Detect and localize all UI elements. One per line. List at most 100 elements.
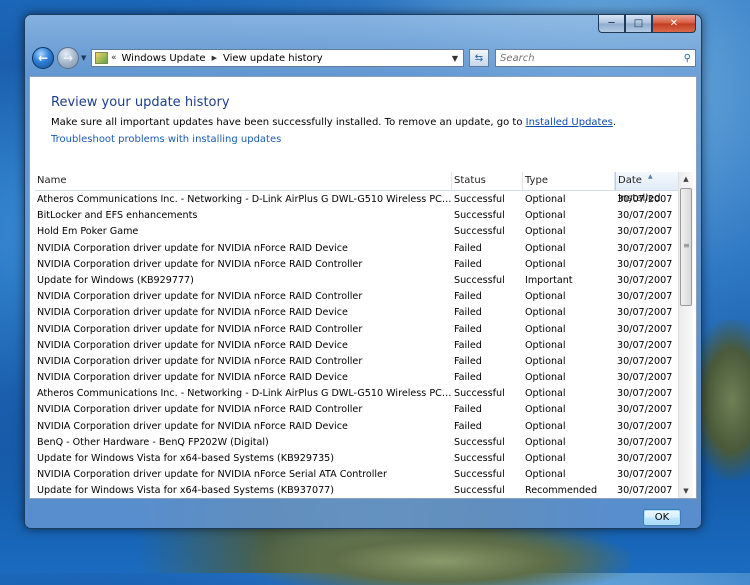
table-row[interactable]: Atheros Communications Inc. - Networking…: [35, 386, 685, 402]
dialog-footer: OK: [29, 499, 697, 526]
table-row[interactable]: Atheros Communications Inc. - Networking…: [35, 192, 685, 208]
cell-type: Optional: [525, 291, 566, 303]
cell-status: Successful: [454, 388, 505, 400]
cell-type: Optional: [525, 258, 566, 270]
cell-date: 30/07/2007: [617, 194, 673, 205]
navigation-bar: ← → ▼ « Windows Update ▶ View update his…: [29, 46, 697, 72]
cell-status: Successful: [454, 226, 505, 238]
ok-button[interactable]: OK: [643, 509, 681, 526]
cell-type: Optional: [525, 307, 566, 319]
cell-status: Successful: [454, 436, 505, 448]
cell-name: NVIDIA Corporation driver update for NVI…: [37, 258, 363, 270]
cell-type: Optional: [525, 404, 566, 416]
cell-type: Optional: [525, 355, 566, 367]
table-row[interactable]: NVIDIA Corporation driver update for NVI…: [35, 467, 685, 483]
table-row[interactable]: Update for Windows Vista for x64-based S…: [35, 451, 685, 467]
search-input[interactable]: [500, 52, 670, 64]
breadcrumb-separator-icon[interactable]: ▶: [212, 54, 217, 62]
cell-name: NVIDIA Corporation driver update for NVI…: [37, 307, 348, 319]
cell-date: 30/07/2007: [617, 436, 673, 448]
column-header-name[interactable]: Name: [35, 172, 452, 190]
cell-type: Optional: [525, 323, 566, 335]
cell-type: Optional: [525, 388, 566, 400]
table-row[interactable]: NVIDIA Corporation driver update for NVI…: [35, 241, 685, 257]
cell-type: Optional: [525, 420, 566, 432]
table-body: Atheros Communications Inc. - Networking…: [35, 192, 685, 498]
table-row[interactable]: BitLocker and EFS enhancements Successful…: [35, 208, 685, 224]
forward-button[interactable]: →: [57, 47, 79, 69]
table-row[interactable]: NVIDIA Corporation driver update for NVI…: [35, 322, 685, 338]
table-row[interactable]: NVIDIA Corporation driver update for NVI…: [35, 354, 685, 370]
cell-name: Update for Windows (KB929777): [37, 274, 194, 286]
vertical-scrollbar[interactable]: ▲ ≡ ▼: [678, 172, 693, 498]
breadcrumb-overflow-icon[interactable]: «: [111, 53, 117, 63]
caption-buttons: ─ □ ✕: [598, 15, 696, 33]
close-icon: ✕: [669, 18, 679, 29]
cell-date: 30/07/2007: [617, 355, 673, 367]
table-row[interactable]: NVIDIA Corporation driver update for NVI…: [35, 370, 685, 386]
cell-type: Optional: [525, 436, 566, 448]
page-title: Review your update history: [51, 95, 230, 110]
column-header-type[interactable]: Type: [523, 172, 615, 190]
cell-type: Optional: [525, 210, 566, 222]
breadcrumb-view-update-history[interactable]: View update history: [223, 53, 323, 64]
cell-type: Optional: [525, 372, 566, 384]
table-row[interactable]: NVIDIA Corporation driver update for NVI…: [35, 419, 685, 435]
wallpaper-turtle-bottom: [250, 525, 630, 585]
column-header-status[interactable]: Status: [452, 172, 523, 190]
page-description: Make sure all important updates have bee…: [51, 117, 616, 128]
cell-date: 30/07/2007: [617, 258, 673, 270]
cell-date: 30/07/2007: [617, 274, 673, 286]
cell-type: Optional: [525, 194, 566, 205]
table-row[interactable]: NVIDIA Corporation driver update for NVI…: [35, 338, 685, 354]
refresh-icon: ⇆: [474, 52, 484, 64]
cell-name: NVIDIA Corporation driver update for NVI…: [37, 372, 348, 384]
installed-updates-link[interactable]: Installed Updates: [526, 117, 613, 128]
cell-type: Recommended: [525, 485, 598, 497]
cell-date: 30/07/2007: [617, 242, 673, 254]
cell-type: Optional: [525, 339, 566, 351]
column-header-date-installed[interactable]: ▲ Date Installed: [615, 172, 685, 204]
cell-date: 30/07/2007: [617, 372, 673, 384]
cell-status: Successful: [454, 485, 505, 497]
update-history-window: ─ □ ✕ ← → ▼ « Windows Update ▶ View upda…: [24, 14, 702, 529]
table-row[interactable]: NVIDIA Corporation driver update for NVI…: [35, 257, 685, 273]
table-row[interactable]: BenQ - Other Hardware - BenQ FP202W (Dig…: [35, 435, 685, 451]
maximize-button[interactable]: □: [625, 15, 652, 33]
recent-pages-dropdown[interactable]: ▼: [81, 54, 86, 62]
table-row[interactable]: Update for Windows (KB929777) Successful I…: [35, 273, 685, 289]
scroll-down-icon[interactable]: ▼: [679, 484, 693, 498]
cell-name: NVIDIA Corporation driver update for NVI…: [37, 291, 363, 303]
breadcrumb-windows-update[interactable]: Windows Update: [122, 53, 206, 64]
cell-status: Failed: [454, 323, 482, 335]
cell-date: 30/07/2007: [617, 453, 673, 464]
minimize-button[interactable]: ─: [598, 15, 625, 33]
search-icon[interactable]: ⚲: [684, 53, 691, 64]
cell-status: Failed: [454, 404, 482, 416]
table-row[interactable]: NVIDIA Corporation driver update for NVI…: [35, 305, 685, 321]
refresh-button[interactable]: ⇆: [469, 49, 489, 67]
cell-status: Failed: [454, 307, 482, 319]
table-row[interactable]: Update for Windows Vista for x64-based S…: [35, 483, 685, 498]
cell-name: Update for Windows Vista for x64-based S…: [37, 485, 335, 497]
cell-name: NVIDIA Corporation driver update for NVI…: [37, 469, 387, 481]
cell-name: Update for Windows Vista for x64-based S…: [37, 453, 335, 464]
forward-arrow-icon: →: [62, 51, 74, 65]
cell-name: NVIDIA Corporation driver update for NVI…: [37, 323, 363, 335]
address-bar[interactable]: « Windows Update ▶ View update history ▼: [91, 49, 464, 67]
minimize-icon: ─: [608, 18, 615, 29]
back-button[interactable]: ←: [32, 47, 54, 69]
table-row[interactable]: NVIDIA Corporation driver update for NVI…: [35, 289, 685, 305]
close-button[interactable]: ✕: [652, 15, 696, 33]
table-row[interactable]: NVIDIA Corporation driver update for NVI…: [35, 402, 685, 418]
chevron-down-icon: ▼: [81, 54, 87, 62]
cell-name: NVIDIA Corporation driver update for NVI…: [37, 404, 363, 416]
troubleshoot-link[interactable]: Troubleshoot problems with installing up…: [51, 134, 281, 145]
description-end: .: [612, 117, 617, 128]
cell-type: Optional: [525, 226, 566, 238]
scrollbar-thumb[interactable]: ≡: [680, 188, 692, 306]
table-row[interactable]: Hold Em Poker Game Successful Optional 30/0…: [35, 224, 685, 240]
scroll-up-icon[interactable]: ▲: [679, 172, 693, 187]
cell-status: Failed: [454, 291, 482, 303]
address-dropdown-icon[interactable]: ▼: [447, 54, 463, 63]
